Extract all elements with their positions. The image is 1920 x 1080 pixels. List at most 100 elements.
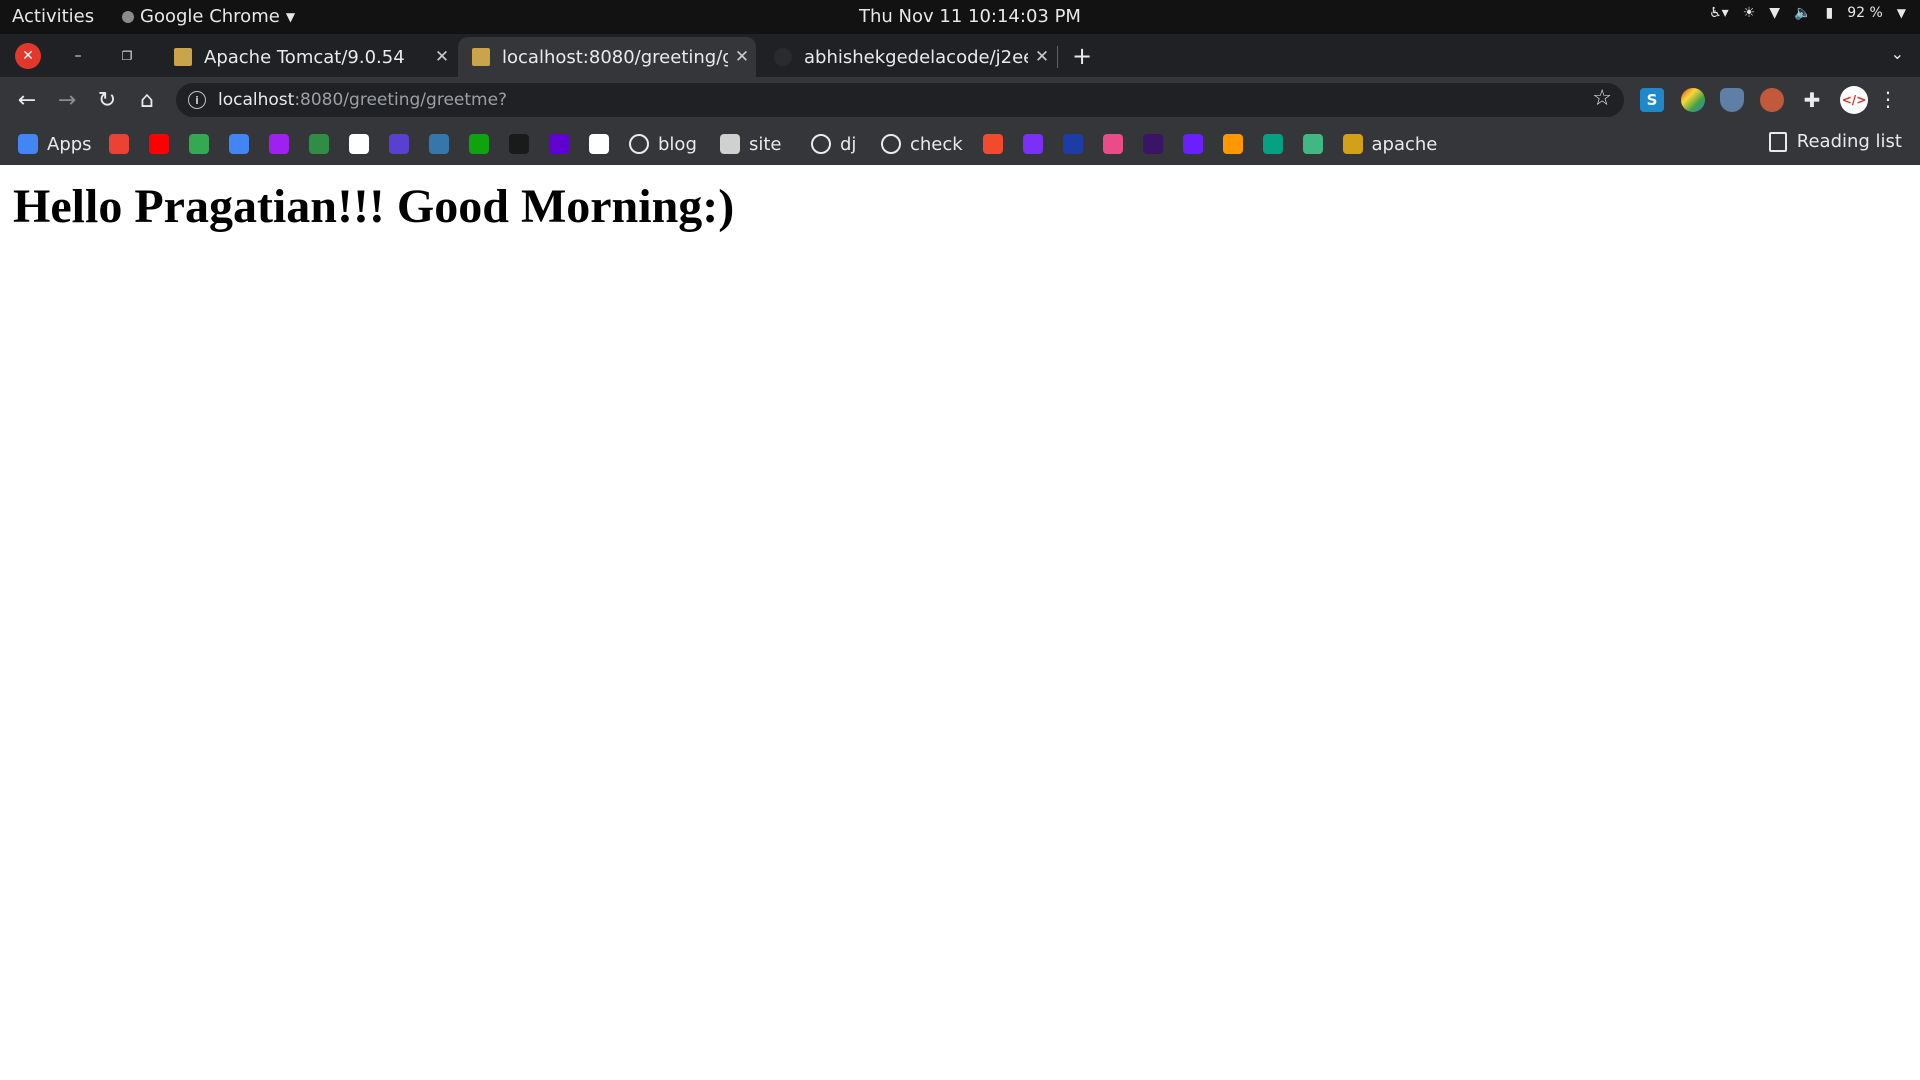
python-icon [429, 134, 449, 154]
bookmark-item[interactable] [982, 131, 1003, 157]
forward-button[interactable]: → [52, 85, 82, 115]
bookmark-item[interactable] [109, 131, 129, 157]
app-square-icon [1182, 134, 1203, 154]
accessibility-icon[interactable]: ♿▾ [1709, 5, 1729, 21]
bookmark-item[interactable] [189, 131, 209, 157]
reading-list-button[interactable]: Reading list [1768, 131, 1902, 152]
system-tray[interactable]: ♿▾ ☀ ▼ 🔈 ▮ 92 % ▼ [1709, 5, 1906, 21]
reading-list-icon [1768, 131, 1787, 152]
bookmark-label: Apps [47, 133, 92, 155]
bookmark-item[interactable] [1262, 131, 1283, 157]
globe-icon [811, 134, 831, 154]
tomcat-icon [472, 48, 490, 66]
extension-owl-icon[interactable] [1760, 88, 1784, 112]
bookmark-star-icon[interactable]: ☆ [1592, 86, 1612, 111]
bookmark-label: apache [1371, 133, 1438, 155]
profile-avatar[interactable]: </> [1840, 86, 1868, 114]
chevron-down-icon: ▼ [1896, 6, 1906, 20]
close-icon[interactable]: ✕ [728, 47, 756, 67]
bookmarks-bar: Reading list Apps blog site dj check apache [0, 123, 1920, 166]
bookmark-item[interactable] [549, 131, 569, 157]
bookmark-item[interactable]: Apps [18, 131, 92, 157]
globe-icon [629, 134, 649, 154]
chrome-menu-button[interactable]: ⋮ [1878, 87, 1898, 111]
bookmark-label: site [749, 133, 782, 155]
battery-icon: ▮ [1825, 5, 1834, 21]
bookmark-item[interactable]: check [881, 131, 963, 157]
globe-icon [881, 134, 901, 154]
tab-apache-tomcat[interactable]: Apache Tomcat/9.0.54 ✕ [160, 37, 456, 77]
bookmark-item[interactable]: blog [629, 131, 697, 157]
bookmark-item[interactable] [1102, 131, 1123, 157]
bookmark-item[interactable] [469, 131, 489, 157]
bookmark-item[interactable] [589, 131, 609, 157]
bookmark-item[interactable]: dj [811, 131, 856, 157]
extensions-puzzle-icon[interactable]: ✚ [1800, 88, 1824, 112]
bookmark-item[interactable] [1182, 131, 1203, 157]
app-purple-icon [389, 134, 409, 154]
url-path: :8080/greeting/greetme? [294, 90, 508, 110]
close-icon[interactable]: ✕ [428, 47, 456, 67]
gmail-icon [109, 134, 129, 154]
tomcat-icon [174, 48, 192, 66]
tomcat-icon [1342, 134, 1363, 154]
new-tab-button[interactable]: + [1072, 42, 1092, 70]
bookmark-item[interactable]: site [720, 131, 782, 157]
bookmark-item[interactable] [1022, 131, 1043, 157]
bookmark-item[interactable]: apache [1342, 131, 1438, 157]
tab-strip: ✕ – ❐ Apache Tomcat/9.0.54 ✕ localhost:8… [0, 34, 1920, 77]
bookmark-label: blog [658, 133, 697, 155]
extension-s-icon[interactable]: S [1640, 88, 1664, 112]
app-menu[interactable]: Google Chrome ▼ [122, 6, 295, 27]
tab-greeting[interactable]: localhost:8080/greeting/g ✕ [458, 37, 756, 77]
app-multi-icon [1222, 134, 1243, 154]
vue-icon [1302, 134, 1323, 154]
apps-grid-icon [18, 134, 38, 154]
extension-shield-icon[interactable] [1720, 88, 1744, 112]
reload-button[interactable]: ↻ [92, 85, 122, 115]
bookmark-item[interactable] [389, 131, 409, 157]
page-content: Hello Pragatian!!! Good Morning:) [0, 165, 1920, 1080]
app-orange-b-icon [982, 134, 1003, 154]
address-bar[interactable]: i localhost:8080/greeting/greetme? ☆ [176, 83, 1624, 117]
bookmark-item[interactable] [1222, 131, 1243, 157]
activities-button[interactable]: Activities [12, 6, 94, 27]
bookmark-item[interactable] [509, 131, 529, 157]
info-icon[interactable]: i [188, 91, 206, 109]
bookmark-item[interactable] [229, 131, 249, 157]
back-button[interactable]: ← [12, 85, 42, 115]
bookmark-item[interactable] [349, 131, 369, 157]
chrome-icon [122, 10, 134, 23]
tab-search-button[interactable]: ⌄ [1891, 44, 1904, 63]
tab-title: abhishekgedelacode/j2ee [804, 46, 1028, 68]
bookmark-item[interactable] [429, 131, 449, 157]
extension-color-icon[interactable] [1681, 88, 1705, 112]
window-restore-button[interactable]: ❐ [114, 43, 140, 69]
browser-toolbar: ← → ↻ ⌂ i localhost:8080/greeting/greetm… [0, 77, 1920, 123]
window-close-button[interactable]: ✕ [15, 43, 41, 69]
reading-list-label: Reading list [1796, 131, 1902, 152]
system-top-bar: Activities Google Chrome ▼ Thu Nov 11 10… [0, 0, 1920, 34]
clock[interactable]: Thu Nov 11 10:14:03 PM [859, 6, 1081, 27]
tab-title: localhost:8080/greeting/g [502, 46, 728, 68]
window-minimize-button[interactable]: – [65, 43, 91, 69]
bookmark-item[interactable] [1062, 131, 1083, 157]
tab-github[interactable]: abhishekgedelacode/j2ee ✕ [760, 37, 1056, 77]
home-button[interactable]: ⌂ [132, 85, 162, 115]
bookmark-item[interactable] [269, 131, 289, 157]
wifi-icon: ▼ [1769, 5, 1781, 21]
bookmark-item[interactable] [309, 131, 329, 157]
youtube-icon [149, 134, 169, 154]
url-text[interactable]: localhost:8080/greeting/greetme? [218, 90, 507, 110]
night-light-icon: ☀ [1742, 5, 1756, 21]
close-icon[interactable]: ✕ [1028, 47, 1056, 67]
app-pink-icon [1102, 134, 1123, 154]
greeting-heading: Hello Pragatian!!! Good Morning:) [13, 180, 735, 233]
bookmark-item[interactable] [1142, 131, 1163, 157]
bookmark-item[interactable] [1302, 131, 1323, 157]
app-b-icon [469, 134, 489, 154]
url-host: localhost [218, 90, 295, 110]
chevron-down-icon: ▼ [285, 9, 296, 24]
maps-icon [189, 134, 209, 154]
bookmark-item[interactable] [149, 131, 169, 157]
